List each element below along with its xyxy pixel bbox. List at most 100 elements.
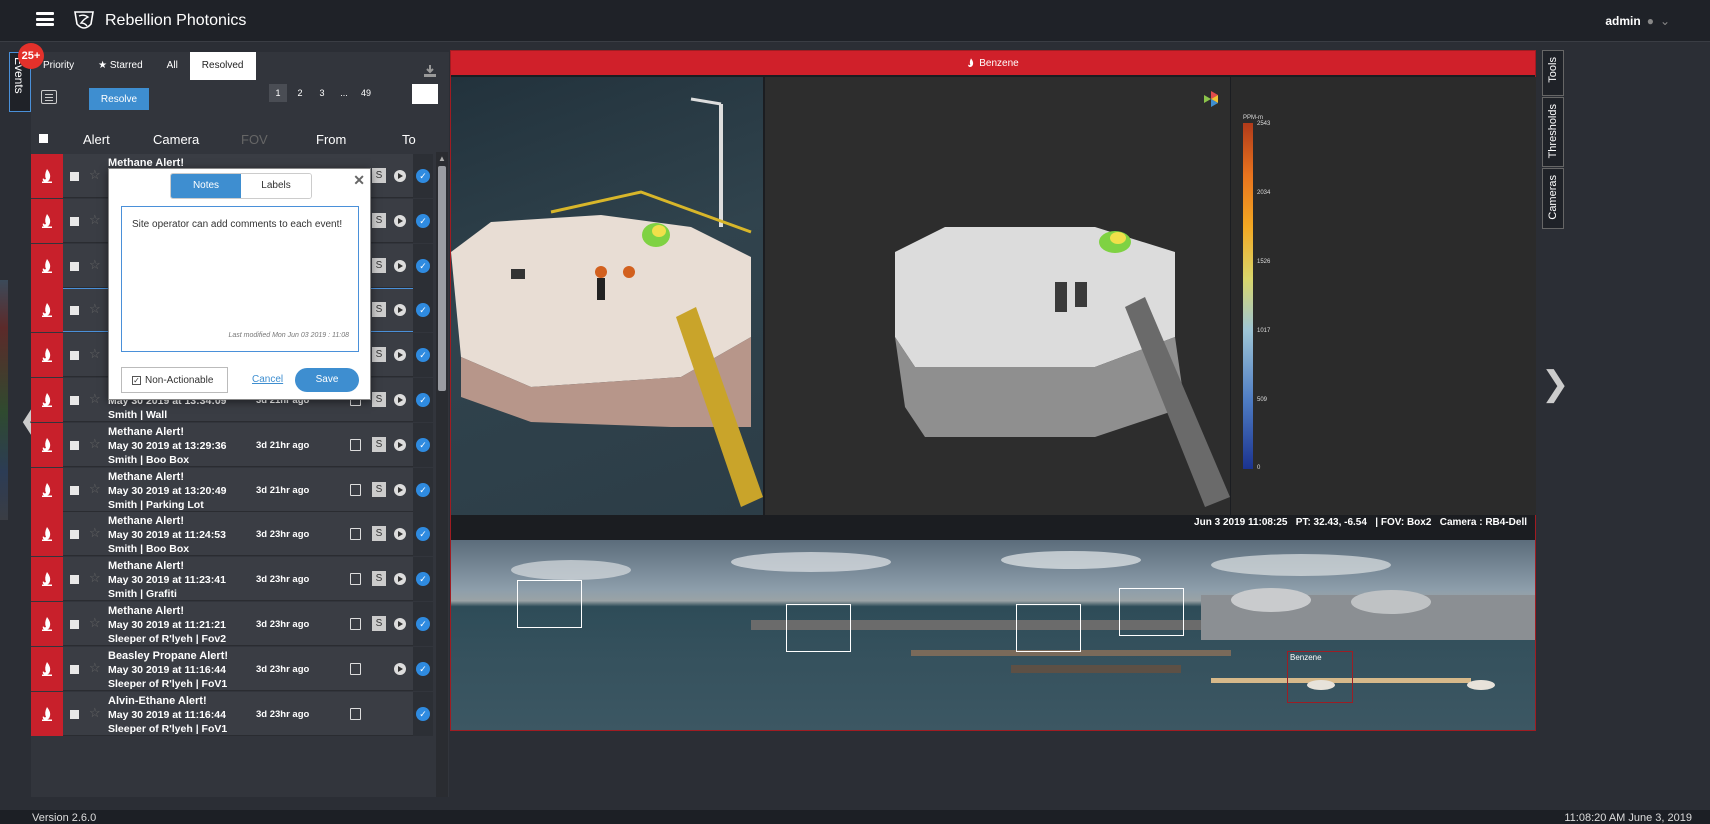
snapshot-button[interactable]: S [372, 168, 386, 183]
flame-icon[interactable] [31, 602, 63, 646]
page-3[interactable]: 3 [313, 84, 331, 102]
fov-box[interactable] [786, 604, 851, 652]
cameras-tab[interactable]: Cameras [1542, 168, 1564, 229]
close-icon[interactable]: ✕ [353, 172, 365, 189]
row-checkbox[interactable] [70, 440, 79, 450]
play-icon[interactable] [394, 259, 406, 272]
snapshot-button[interactable]: S [372, 347, 386, 363]
star-icon[interactable]: ☆ [89, 301, 101, 317]
flame-icon[interactable] [31, 243, 63, 288]
row-checkbox[interactable] [70, 485, 79, 495]
snapshot-button[interactable]: S [372, 212, 386, 228]
menu-icon[interactable] [36, 12, 54, 26]
user-menu[interactable]: admin ● ⌄ [1605, 14, 1670, 28]
event-row[interactable]: ☆ Methane Alert! May 30 2019 at 13:20:49 Sm… [31, 467, 433, 512]
play-icon[interactable] [394, 394, 406, 406]
cancel-button[interactable]: Cancel [252, 374, 283, 385]
thresholds-tab[interactable]: Thresholds [1542, 97, 1564, 167]
note-icon[interactable] [350, 483, 361, 496]
resolved-check[interactable]: ✓ [413, 467, 433, 512]
star-icon[interactable]: ☆ [89, 525, 101, 541]
flame-icon[interactable] [31, 378, 63, 422]
row-checkbox[interactable] [70, 216, 79, 226]
list-view-icon[interactable] [41, 90, 57, 104]
row-checkbox[interactable] [70, 306, 79, 316]
fov-box[interactable] [1016, 604, 1081, 652]
row-checkbox[interactable] [70, 664, 79, 674]
star-icon[interactable]: ☆ [89, 212, 101, 228]
tab-all[interactable]: All [155, 52, 190, 80]
page-49[interactable]: 49 [357, 84, 375, 102]
col-alert[interactable]: Alert [83, 132, 110, 147]
save-button[interactable]: Save [295, 368, 359, 392]
panorama-image[interactable]: Benzene [451, 540, 1535, 730]
play-icon[interactable] [394, 170, 406, 182]
notes-textarea[interactable]: Site operator can add comments to each e… [121, 206, 359, 352]
row-checkbox[interactable] [70, 709, 79, 719]
snapshot-button[interactable]: S [372, 302, 386, 318]
resolved-check[interactable]: ✓ [413, 288, 433, 333]
resolved-check[interactable]: ✓ [413, 557, 433, 602]
play-icon[interactable] [394, 349, 406, 362]
download-icon[interactable] [423, 64, 437, 78]
play-icon[interactable] [394, 214, 406, 227]
resolved-check[interactable]: ✓ [413, 333, 433, 378]
star-icon[interactable]: ☆ [89, 391, 101, 407]
row-checkbox[interactable] [70, 620, 79, 629]
col-to[interactable]: To [402, 132, 416, 147]
play-icon[interactable] [394, 573, 406, 586]
flame-icon[interactable] [31, 557, 63, 602]
flame-icon[interactable] [31, 422, 63, 467]
event-row[interactable]: ☆ Methane Alert! May 30 2019 at 11:23:41 Sm… [31, 557, 433, 602]
non-actionable-checkbox[interactable]: ✓ Non-Actionable [121, 367, 228, 393]
star-icon[interactable]: ☆ [89, 660, 101, 676]
event-row[interactable]: ☆ Beasley Propane Alert! May 30 2019 at 11… [31, 646, 433, 691]
scroll-up-icon[interactable]: ▲ [438, 154, 446, 163]
play-icon[interactable] [394, 662, 406, 675]
resolved-check[interactable]: ✓ [413, 154, 433, 198]
flame-icon[interactable] [31, 467, 63, 512]
note-icon[interactable] [350, 573, 361, 586]
page-1[interactable]: 1 [269, 84, 287, 102]
page-jump-input[interactable] [412, 84, 438, 104]
snapshot-button[interactable]: S [372, 616, 386, 631]
row-checkbox[interactable] [70, 172, 79, 181]
snapshot-button[interactable]: S [372, 436, 386, 452]
star-icon[interactable]: ☆ [89, 257, 101, 273]
page-2[interactable]: 2 [291, 84, 309, 102]
flame-icon[interactable] [31, 691, 63, 736]
tab-notes[interactable]: Notes [171, 174, 241, 198]
resolved-check[interactable]: ✓ [413, 602, 433, 646]
col-fov[interactable]: FOV [241, 132, 268, 147]
infrared-camera-image[interactable] [765, 77, 1230, 515]
tab-resolved[interactable]: Resolved [189, 52, 256, 80]
col-camera[interactable]: Camera [153, 132, 199, 147]
row-checkbox[interactable] [70, 396, 79, 405]
note-icon[interactable] [350, 438, 361, 451]
detection-box[interactable]: Benzene [1287, 651, 1353, 703]
tab-labels[interactable]: Labels [241, 174, 311, 198]
row-checkbox[interactable] [70, 575, 79, 585]
note-icon[interactable] [350, 662, 361, 675]
snapshot-button[interactable]: S [372, 526, 386, 542]
play-icon[interactable] [394, 438, 406, 451]
play-icon[interactable] [394, 528, 406, 541]
event-list-scrollbar[interactable]: ▲ [436, 152, 448, 797]
flame-icon[interactable] [31, 288, 63, 333]
flame-icon[interactable] [31, 198, 63, 243]
star-icon[interactable]: ☆ [89, 167, 101, 183]
tools-tab[interactable]: Tools [1542, 50, 1564, 96]
resolved-check[interactable]: ✓ [413, 691, 433, 736]
star-icon[interactable]: ☆ [89, 346, 101, 362]
snapshot-button[interactable]: S [372, 392, 386, 407]
star-icon[interactable]: ☆ [89, 705, 101, 721]
row-checkbox[interactable] [70, 261, 79, 271]
tab-starred[interactable]: ★ Starred [86, 52, 155, 80]
flame-icon[interactable] [31, 512, 63, 557]
col-from[interactable]: From [316, 132, 346, 147]
star-icon[interactable]: ☆ [89, 481, 101, 497]
scroll-thumb[interactable] [438, 166, 446, 391]
flame-icon[interactable] [31, 154, 63, 198]
snapshot-button[interactable]: S [372, 571, 386, 587]
flame-icon[interactable] [31, 333, 63, 378]
